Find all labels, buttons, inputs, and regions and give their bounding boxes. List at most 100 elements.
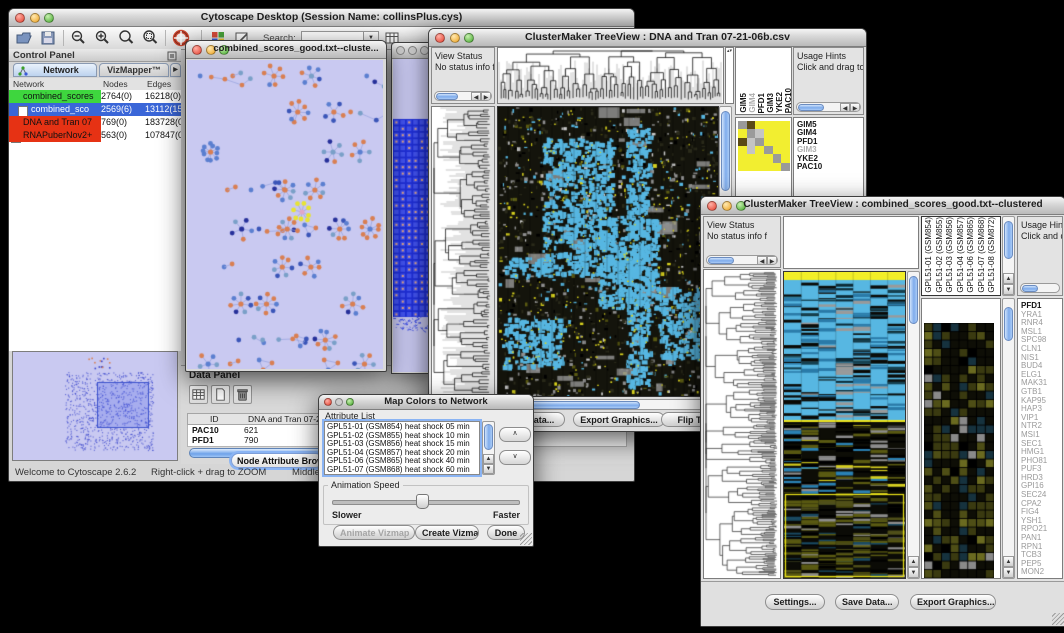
mini-heatmap-cell[interactable] <box>781 163 790 171</box>
close-button[interactable] <box>15 13 25 23</box>
heatmap-column-label[interactable]: YKE2 <box>775 92 784 113</box>
mini-heatmap-cell[interactable] <box>773 121 782 129</box>
mini-heatmap-cell[interactable] <box>747 138 756 146</box>
mini-heatmap-cell[interactable] <box>755 129 764 137</box>
view-status-hscrollbar[interactable]: ◀ ▶ <box>706 255 778 265</box>
mini-heatmap-cell[interactable] <box>755 163 764 171</box>
heatmap-column-label[interactable]: GPL51-04 (GSM857) <box>956 217 967 293</box>
resize-grip[interactable] <box>1052 613 1064 625</box>
treeview2-heatmap-vscrollbar[interactable]: ▲ ▼ <box>907 271 920 579</box>
mini-heatmap-cell[interactable] <box>773 138 782 146</box>
zoom-in-icon[interactable] <box>93 29 111 47</box>
minimize-button[interactable] <box>408 46 417 55</box>
heatmap-column-label[interactable]: GPL51-06 (GSM865) <box>966 217 977 293</box>
mini-heatmap-cell[interactable] <box>755 138 764 146</box>
mini-heatmap-cell[interactable] <box>764 146 773 154</box>
close-button[interactable] <box>192 45 202 55</box>
row-dendrogram-canvas[interactable] <box>704 270 780 578</box>
dialog-titlebar[interactable]: Map Colors to Network <box>319 395 533 410</box>
mini-heatmap[interactable] <box>738 121 790 171</box>
treeview2-heatmap-canvas[interactable] <box>784 272 905 578</box>
treeview2-button-1[interactable]: Save Data... <box>835 594 899 610</box>
tab-vizmapper[interactable]: VizMapper™ <box>99 63 169 77</box>
treeview2-subheatmap-canvas[interactable] <box>924 323 994 578</box>
row-dendrogram-canvas[interactable] <box>432 107 494 396</box>
mini-heatmap-cell[interactable] <box>738 121 747 129</box>
col-nodes[interactable]: Nodes <box>103 78 128 90</box>
minimize-button[interactable] <box>335 398 343 406</box>
close-button[interactable] <box>396 46 405 55</box>
heatmap-column-label[interactable]: GIM5 <box>739 93 748 113</box>
attr-col-id[interactable]: ID <box>210 414 219 425</box>
mini-heatmap-cell[interactable] <box>755 154 764 162</box>
heatmap-column-label[interactable]: GPL51-08 (GSM872) <box>987 217 998 293</box>
mini-heatmap-cell[interactable] <box>773 146 782 154</box>
attribute-list[interactable]: GPL51-01 (GSM854) heat shock 05 minGPL51… <box>324 421 480 475</box>
close-button[interactable] <box>324 398 332 406</box>
view-status-hscrollbar[interactable]: ◀ ▶ <box>434 91 492 101</box>
network-row[interactable]: DNA and Tran 07769(0)183728(0) <box>9 116 181 129</box>
treeview2-titlebar[interactable]: ClusterMaker TreeView : combined_scores_… <box>701 197 1064 215</box>
col-edges[interactable]: Edges <box>147 78 171 90</box>
treeview1-titlebar[interactable]: ClusterMaker TreeView : DNA and Tran 07-… <box>429 29 866 47</box>
heatmap-column-label[interactable]: GPL51-03 (GSM856) <box>945 217 956 293</box>
col-network[interactable]: Network <box>13 78 44 90</box>
mini-heatmap-cell[interactable] <box>764 138 773 146</box>
mini-heatmap-cell[interactable] <box>764 154 773 162</box>
network-view-titlebar[interactable]: combined_scores_good.txt--cluste... <box>186 41 386 59</box>
mini-heatmap-cell[interactable] <box>781 154 790 162</box>
dialog-button-0[interactable]: Animate Vizmap <box>333 525 415 540</box>
new-attribute-icon[interactable] <box>211 385 230 404</box>
move-down-button[interactable]: ∨ <box>499 450 531 465</box>
data-table-icon[interactable] <box>189 385 208 404</box>
tab-network[interactable]: Network <box>13 63 97 77</box>
close-button[interactable] <box>435 33 445 43</box>
mini-heatmap-cell[interactable] <box>773 163 782 171</box>
attribute-list-item[interactable]: GPL51-07 (GSM868) heat shock 60 min <box>327 466 477 475</box>
heatmap-column-label[interactable]: GIM4 <box>748 93 757 113</box>
mini-heatmap-cell[interactable] <box>773 154 782 162</box>
column-labels-vscrollbar[interactable]: ▲ ▼ <box>1002 216 1015 296</box>
attribute-list-vscrollbar[interactable]: ▲ ▼ <box>482 421 495 475</box>
mini-heatmap-cell[interactable] <box>781 146 790 154</box>
dialog-button-1[interactable]: Create Vizmap <box>415 525 479 540</box>
mini-heatmap-cell[interactable] <box>781 121 790 129</box>
gene-label[interactable]: MON2 <box>1021 568 1047 577</box>
network-row[interactable]: combined_scores2764(0)16218(0) <box>9 90 181 103</box>
zoom-fit-icon[interactable] <box>141 29 159 47</box>
mini-heatmap-cell[interactable] <box>738 146 747 154</box>
save-icon[interactable] <box>39 29 57 47</box>
treeview1-mini-scroll-strip[interactable]: ▴▾ <box>725 47 734 104</box>
heatmap-column-label[interactable]: PAC10 <box>784 88 792 113</box>
speed-slider-thumb[interactable] <box>416 494 429 509</box>
delete-attribute-trash-icon[interactable] <box>233 385 252 404</box>
mini-heatmap-cell[interactable] <box>764 121 773 129</box>
mini-heatmap-cell[interactable] <box>755 121 764 129</box>
mini-heatmap-cell[interactable] <box>747 154 756 162</box>
heatmap-row-label[interactable]: PAC10 <box>797 163 822 171</box>
mini-heatmap-cell[interactable] <box>773 129 782 137</box>
mini-heatmap-cell[interactable] <box>738 163 747 171</box>
treeview1-heatmap-canvas[interactable] <box>498 107 718 396</box>
treeview2-button-0[interactable]: Settings... <box>765 594 825 610</box>
usage-hints-hscrollbar[interactable] <box>1020 283 1060 293</box>
network-overview-canvas[interactable] <box>13 352 177 460</box>
mini-heatmap-cell[interactable] <box>764 129 773 137</box>
heatmap-column-label[interactable]: GPL51-02 (GSM855) <box>935 217 946 293</box>
network-canvas[interactable] <box>187 60 383 369</box>
close-button[interactable] <box>707 201 717 211</box>
mini-heatmap-cell[interactable] <box>781 129 790 137</box>
mini-heatmap-cell[interactable] <box>747 163 756 171</box>
mini-heatmap-cell[interactable] <box>755 146 764 154</box>
heatmap-column-label[interactable]: PFD1 <box>757 93 766 113</box>
zoom-out-icon[interactable] <box>69 29 87 47</box>
usage-hints-hscrollbar[interactable]: ◀ ▶ <box>796 102 861 112</box>
mini-heatmap-cell[interactable] <box>781 138 790 146</box>
float-panel-icon[interactable] <box>167 51 177 61</box>
gene-list-vscrollbar[interactable]: ▲ ▼ <box>1002 298 1015 579</box>
resize-grip[interactable] <box>520 533 532 545</box>
heatmap-column-label[interactable]: GIM3 <box>766 93 775 113</box>
open-file-icon[interactable] <box>15 29 33 47</box>
network-row[interactable]: RNAPuberNov2+563(0)107847(0) <box>9 129 181 142</box>
mini-heatmap-cell[interactable] <box>738 154 747 162</box>
